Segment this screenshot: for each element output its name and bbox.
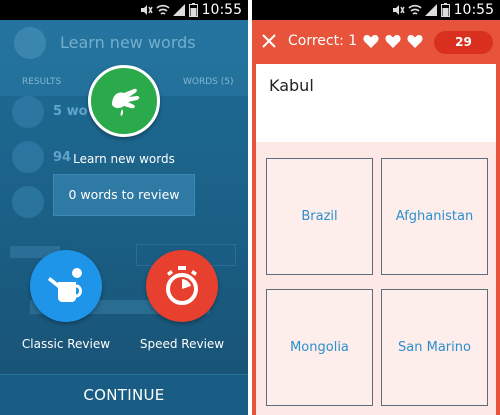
answer-option-label: Afghanistan	[395, 209, 474, 224]
star-icon	[12, 186, 44, 218]
continue-label: CONTINUE	[83, 386, 165, 404]
question-word: Kabul	[269, 76, 314, 95]
learn-new-words-label: Learn new words	[73, 152, 175, 166]
timer-value: 29	[455, 35, 472, 49]
status-clock: 10:55	[201, 2, 242, 18]
learn-new-words-button[interactable]	[88, 65, 160, 137]
status-bar: 10:55	[252, 0, 500, 20]
status-clock: 10:55	[453, 2, 494, 18]
mute-icon	[141, 5, 153, 15]
tab-words[interactable]: WORDS (5)	[183, 77, 234, 87]
app-title: Learn new words	[60, 33, 196, 52]
correct-count: Correct: 1	[288, 33, 358, 49]
classic-review-label: Classic Review	[21, 337, 111, 351]
hand-icon	[112, 88, 140, 116]
signal-icon	[173, 4, 185, 16]
status-bar: 10:55	[0, 0, 248, 20]
tab-results[interactable]: RESULTS	[22, 77, 61, 87]
battery-icon	[189, 3, 198, 17]
answer-option-label: Brazil	[301, 209, 338, 224]
answer-option[interactable]: San Marino	[381, 289, 488, 406]
answer-option[interactable]: Mongolia	[266, 289, 373, 406]
heart-icon	[407, 35, 423, 48]
answer-option-label: Mongolia	[290, 340, 349, 355]
learn-words-screen: 10:55 Learn new words RESULTS WORDS (5) …	[0, 0, 248, 415]
speed-review-label: Speed Review	[139, 337, 225, 351]
speed-review-button[interactable]	[146, 250, 218, 322]
signal-icon	[425, 4, 437, 16]
timer-badge: 29	[434, 31, 493, 54]
close-icon[interactable]	[260, 32, 278, 50]
answer-option[interactable]: Afghanistan	[381, 158, 488, 275]
row-icon	[12, 96, 44, 128]
heart-icon	[363, 35, 379, 48]
wifi-icon	[408, 4, 422, 15]
answer-option-label: San Marino	[398, 340, 471, 355]
stopwatch-icon	[166, 266, 198, 305]
continue-button[interactable]: CONTINUE	[0, 374, 248, 415]
mute-icon	[393, 5, 405, 15]
battery-icon	[441, 3, 450, 17]
row-words-count: 5 wo	[53, 104, 88, 119]
watering-can-icon	[48, 268, 82, 302]
quiz-screen: 10:55 Correct: 1 29 Kabul Brazil Afghani…	[252, 0, 500, 415]
answer-options: Brazil Afghanistan Mongolia San Marino	[256, 142, 496, 415]
wifi-icon	[156, 4, 170, 15]
heart-icon	[385, 35, 401, 48]
words-to-review-box[interactable]: 0 words to review	[53, 174, 195, 216]
answer-option[interactable]: Brazil	[266, 158, 373, 275]
question-card: Kabul	[256, 64, 496, 142]
app-logo-icon	[14, 27, 46, 59]
classic-review-button[interactable]	[30, 250, 102, 322]
words-to-review-text: 0 words to review	[68, 187, 180, 202]
